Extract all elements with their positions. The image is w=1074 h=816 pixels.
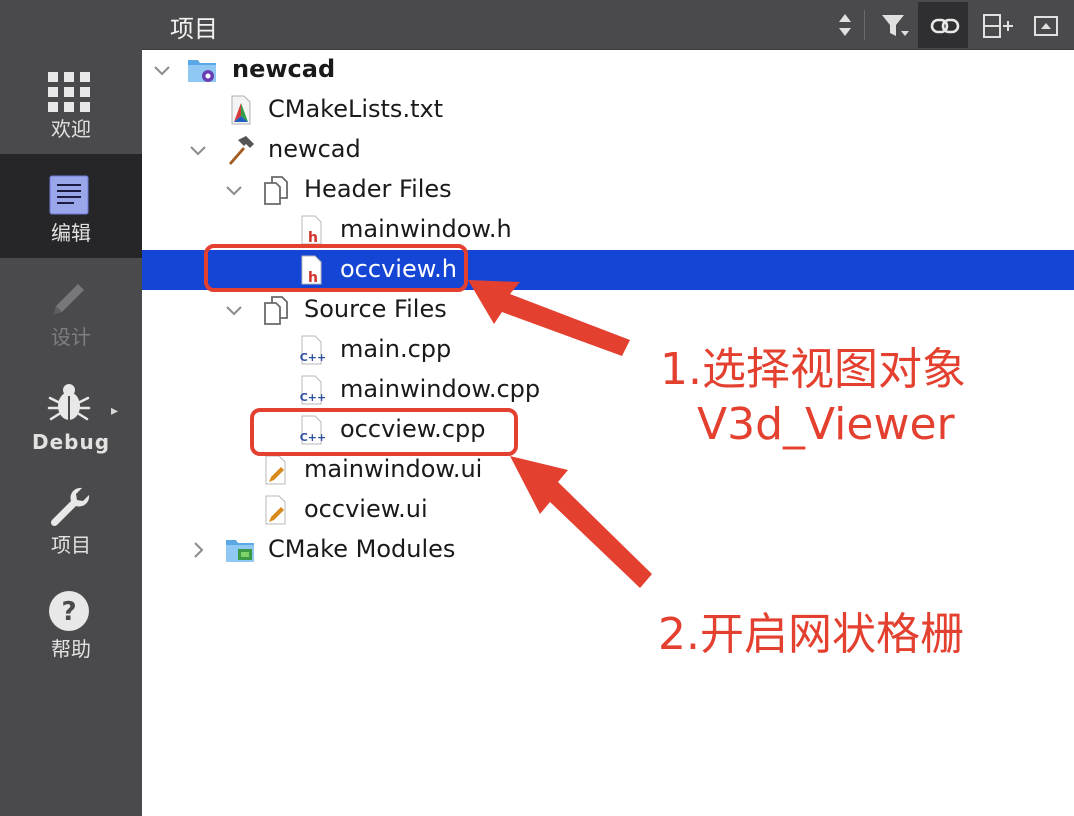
arrow-to-occview-h xyxy=(468,280,630,356)
arrow-to-occview-cpp xyxy=(510,456,652,588)
annotation-step2: 2.开启网状格栅 xyxy=(658,609,964,660)
annotation-step1-line1: 1.选择视图对象 xyxy=(660,344,966,395)
annotation-step1-line2: V3d_Viewer xyxy=(697,399,955,450)
